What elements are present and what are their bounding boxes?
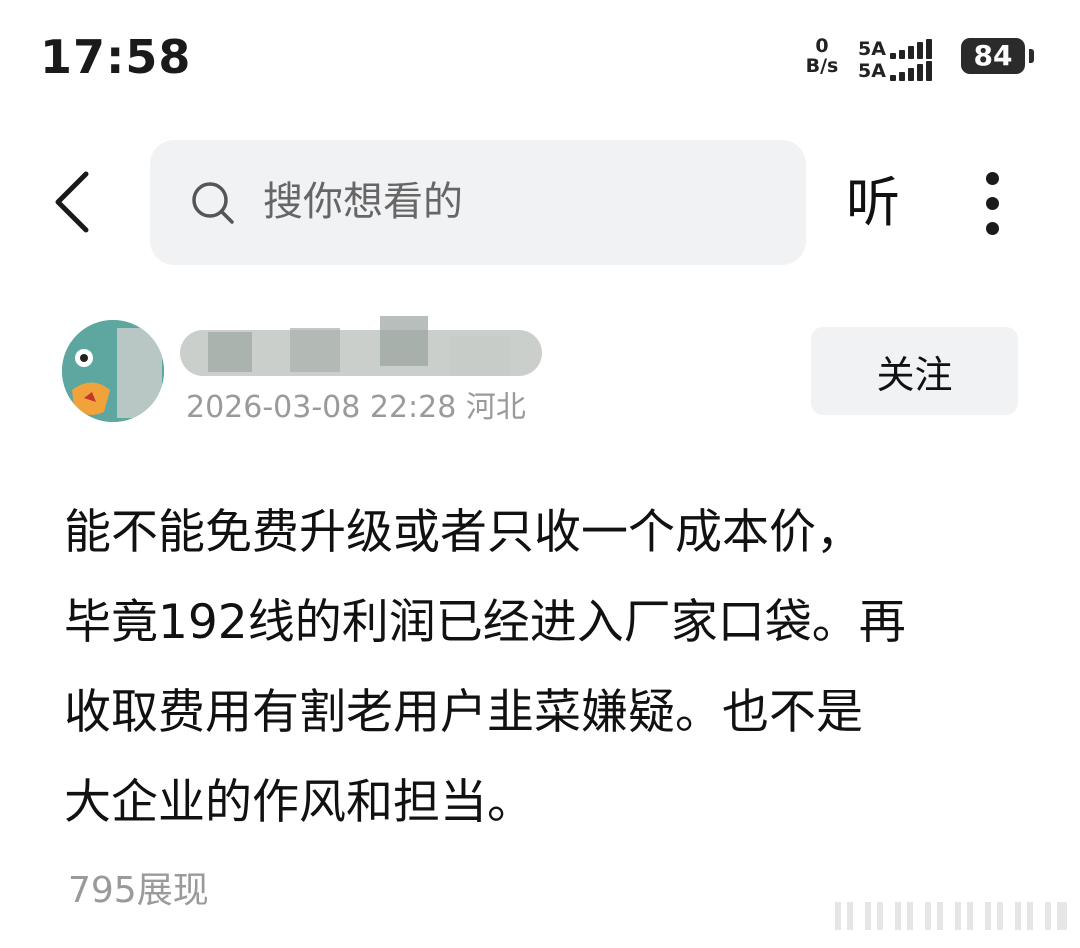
search-placeholder: 搜你想看的 xyxy=(263,179,463,225)
signal-2-label: 5A xyxy=(858,60,886,82)
battery-tip xyxy=(1029,49,1034,63)
redaction-blur xyxy=(180,316,542,376)
more-button[interactable] xyxy=(968,168,1018,240)
avatar-icon xyxy=(62,320,164,422)
watermark-logo xyxy=(835,896,1075,936)
status-time: 17:58 xyxy=(40,30,192,84)
author-name-redacted[interactable] xyxy=(180,310,542,390)
battery-icon: 84 xyxy=(961,38,1025,74)
chevron-left-icon xyxy=(55,171,89,233)
search-icon xyxy=(192,182,234,224)
author-avatar[interactable] xyxy=(62,320,164,422)
post-timestamp-location: 2026-03-08 22:28 河北 xyxy=(186,390,526,425)
signal-row-1: 5A xyxy=(858,37,932,59)
signal-row-2: 5A xyxy=(858,59,932,81)
view-count: 795展现 xyxy=(68,870,209,911)
more-dot xyxy=(986,172,999,185)
more-dot xyxy=(986,197,999,210)
post-line: 毕竟192线的利润已经进入厂家口袋。再 xyxy=(64,595,906,650)
post-line: 收取费用有割老用户韭菜嫌疑。也不是 xyxy=(64,685,863,740)
signal-1-label: 5A xyxy=(858,38,886,60)
post-line: 大企业的作风和担当。 xyxy=(64,775,534,830)
signal-bars-icon xyxy=(890,61,932,81)
search-bar[interactable]: 搜你想看的 xyxy=(150,140,806,265)
signal-bars-icon xyxy=(890,39,932,59)
listen-button[interactable]: 听 xyxy=(846,168,900,238)
more-dot xyxy=(986,222,999,235)
network-speed: 0 B/s xyxy=(800,36,844,76)
battery-level: 84 xyxy=(973,39,1013,72)
post-line: 能不能免费升级或者只收一个成本价， xyxy=(64,505,863,560)
signal-indicators: 5A 5A xyxy=(858,37,932,81)
back-button[interactable] xyxy=(50,170,100,234)
network-speed-value: 0 xyxy=(815,35,829,57)
post-content: 能不能免费升级或者只收一个成本价， 毕竟192线的利润已经进入厂家口袋。再 收取… xyxy=(64,488,1024,848)
network-speed-unit: B/s xyxy=(805,55,839,77)
follow-button[interactable]: 关注 xyxy=(811,327,1018,415)
watermark-icon xyxy=(835,902,1067,930)
status-bar: 17:58 0 B/s 5A 5A 84 xyxy=(0,0,1080,110)
